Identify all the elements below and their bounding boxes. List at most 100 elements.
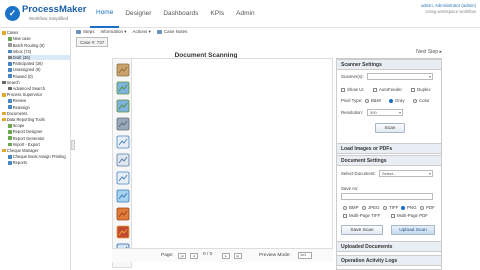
tree-item[interactable]: Report Generator (8, 135, 70, 141)
ruler-icon[interactable] (116, 153, 130, 167)
tree-item[interactable]: Advanced Search (8, 86, 70, 92)
tree-item[interactable]: Cheque Book Assign Printing (8, 154, 70, 160)
nav-admin[interactable]: Admin (230, 0, 260, 28)
autofeeder-option[interactable]: AutoFeeder (373, 87, 402, 92)
tree-item-label: Reports (12, 160, 28, 166)
processmaker-logo[interactable]: ✓ ProcessMaker Workflow Simplified (5, 3, 87, 25)
pixel-gray-radio[interactable] (389, 98, 393, 103)
format-jpeg-option[interactable]: JPEG (362, 205, 379, 210)
duplex-option[interactable]: Duplex (411, 87, 431, 92)
nav-designer[interactable]: Designer (119, 0, 157, 28)
tree-item[interactable]: Import - Export (8, 142, 70, 148)
tree-item[interactable]: Unassigned (9) (8, 67, 70, 73)
pixel-bw-radio[interactable] (365, 98, 369, 103)
prev-page-button[interactable]: ◂ (190, 252, 198, 259)
first-page-button[interactable]: |◂ (178, 252, 186, 259)
scanner-icon[interactable] (116, 63, 130, 77)
multi-tiff-option[interactable]: Multi-Page TIFF (343, 213, 380, 218)
scan-preview-area[interactable] (132, 58, 333, 258)
multi-pdf-checkbox[interactable] (391, 213, 395, 218)
format-pdf-option[interactable]: PDF (420, 205, 435, 210)
tree-item[interactable]: Reassign (8, 104, 70, 110)
case-tab[interactable]: Case #: 737 (76, 37, 109, 47)
pixel-gray-option[interactable]: Gray (389, 98, 405, 103)
tree-item[interactable]: Cheque Manager (2, 148, 70, 154)
tree-item[interactable]: Search (2, 80, 70, 86)
page-icon[interactable] (116, 171, 130, 185)
scan-button[interactable]: Scan (375, 123, 405, 133)
case-notes-label: Case Notes (163, 29, 188, 34)
format-bmp-option[interactable]: BMP (343, 205, 359, 210)
tree-item-label: Data Reporting Tools (6, 117, 45, 123)
last-page-button[interactable]: ▸| (234, 252, 242, 259)
load-images-header[interactable]: Load Images or PDFs (337, 143, 441, 154)
gears-icon[interactable] (116, 117, 130, 131)
show-ui-checkbox[interactable] (341, 87, 345, 92)
format-jpeg-radio[interactable] (362, 205, 366, 210)
format-png-option[interactable]: PNG (401, 205, 417, 210)
format-pdf-radio[interactable] (420, 205, 424, 210)
actions-menu[interactable]: Actions ▾ (133, 29, 151, 35)
tree-item[interactable]: Process Supervisor (2, 92, 70, 98)
tree-item[interactable]: Draft (36) (8, 54, 70, 61)
tree-item[interactable]: Report Designer (8, 129, 70, 135)
upload-scan-button[interactable]: Upload Scan (391, 225, 435, 235)
duplex-checkbox[interactable] (411, 87, 415, 92)
tree-item[interactable]: Reports (8, 160, 70, 166)
tree-item[interactable]: Participated (36) (8, 61, 70, 67)
logo-icon: ✓ (5, 6, 20, 21)
tree-item[interactable]: New case (8, 36, 70, 42)
tree-item-label: Participated (36) (12, 61, 43, 67)
resolution-select[interactable]: 300 ▾ (367, 109, 403, 116)
scanner-settings-header[interactable]: Scanner Settings (337, 59, 441, 70)
scanner-select[interactable]: ▾ (367, 73, 433, 80)
format-tiff-radio[interactable] (383, 205, 387, 210)
steps-menu[interactable]: Steps (76, 29, 95, 34)
toolbox-icon[interactable] (116, 207, 130, 221)
multi-pdf-option[interactable]: Multi-Page PDF (391, 213, 428, 218)
preview-mode-select[interactable]: 1x1 (298, 252, 312, 259)
uploaded-documents-header[interactable]: Uploaded Documents (337, 241, 441, 252)
show-ui-option[interactable]: Show UI (341, 87, 364, 92)
save-scan-button[interactable]: Save Scan (341, 225, 383, 235)
pixel-color-option[interactable]: Color (413, 98, 430, 103)
autofeeder-checkbox[interactable] (373, 87, 377, 92)
information-menu[interactable]: Information ▾ (101, 29, 127, 35)
next-step-label: Next Step (416, 49, 439, 55)
next-page-button[interactable]: ▸ (222, 252, 230, 259)
landscape-icon[interactable] (116, 99, 130, 113)
tree-item[interactable]: Scope (8, 123, 70, 129)
logo-tagline: Workflow Simplified (29, 16, 69, 21)
page-icon[interactable] (116, 135, 130, 149)
tree-item[interactable]: Documents (2, 111, 70, 117)
image-icon[interactable] (116, 225, 130, 239)
save-as-input[interactable] (341, 193, 433, 200)
tree-item[interactable]: Review (8, 98, 70, 104)
flask-icon[interactable] (116, 189, 130, 203)
format-png-radio[interactable] (401, 205, 405, 210)
operation-log-header[interactable]: Operation Activity Logs (337, 255, 441, 266)
nav-home[interactable]: Home (90, 0, 120, 28)
main-nav: Home Designer Dashboards KPIs Admin (90, 0, 261, 28)
nav-kpis[interactable]: KPIs (204, 0, 230, 28)
pixel-color-radio[interactable] (413, 98, 417, 103)
landscape-icon[interactable] (116, 81, 130, 95)
format-tiff-option[interactable]: TIFF (383, 205, 398, 210)
collapse-sidebar-handle[interactable] (71, 140, 75, 150)
chevron-down-icon: ▾ (398, 110, 401, 115)
tree-item[interactable]: Inbox (74) (8, 49, 70, 55)
tree-item[interactable]: Data Reporting Tools (2, 117, 70, 123)
case-notes-button[interactable]: Case Notes (156, 29, 188, 34)
item-icon (8, 68, 12, 72)
tree-item-label: Process Supervisor (6, 92, 43, 98)
multi-tiff-checkbox[interactable] (343, 213, 347, 218)
format-bmp-radio[interactable] (343, 205, 347, 210)
pixel-bw-option[interactable]: B&W (365, 98, 381, 103)
document-settings-header[interactable]: Document Settings (337, 155, 441, 166)
next-step-link[interactable]: Next Step ▸ (416, 49, 442, 55)
select-document-dropdown[interactable]: Select... ▾ (379, 170, 433, 177)
nav-dashboards[interactable]: Dashboards (157, 0, 204, 28)
tree-item[interactable]: Batch Routing (0) (8, 42, 70, 48)
tree-item[interactable]: Paused (0) (8, 73, 70, 79)
tree-item[interactable]: Cases (2, 30, 70, 36)
